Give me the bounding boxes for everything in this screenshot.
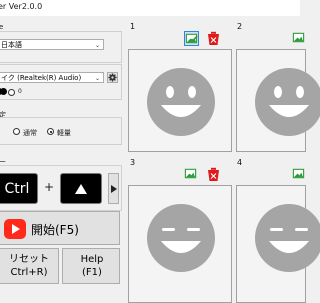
audio-level-knob[interactable] — [8, 89, 15, 96]
image-check-icon — [292, 168, 305, 179]
chevron-down-icon: ⌄ — [94, 75, 100, 82]
language-select[interactable]: 日本語 ⌄ — [0, 39, 104, 50]
reset-button-text: リセット Ctrl+R) — [0, 253, 60, 279]
smiley-face-icon — [147, 68, 215, 136]
reset-button[interactable]: リセット Ctrl+R) — [0, 248, 59, 284]
panel-4-image-button[interactable] — [292, 167, 307, 182]
panel-1-number: 1 — [130, 22, 136, 31]
panel-2: 2 — [234, 16, 320, 154]
help-button-line1: Help — [80, 254, 104, 265]
panel-3-number: 3 — [130, 158, 136, 167]
mode-normal-radio[interactable] — [13, 128, 20, 135]
window-title: er Ver2.0.0 — [0, 2, 43, 11]
panel-4-preview — [236, 185, 320, 303]
panel-3-image-button[interactable] — [184, 167, 199, 182]
mode-light-label: 軽量 — [57, 129, 71, 137]
help-button-text: Help (F1) — [63, 253, 121, 279]
image-check-icon — [292, 32, 305, 43]
smiley-face-icon — [255, 68, 320, 136]
panel-1: 1 — [126, 16, 234, 154]
image-check-icon — [185, 33, 198, 44]
panel-3: 3 — [126, 154, 234, 303]
help-button-line2: (F1) — [82, 267, 102, 278]
reset-button-line2: Ctrl+R) — [10, 267, 48, 278]
panel-3-preview — [128, 185, 232, 303]
panel-4-number: 4 — [237, 158, 243, 167]
hotkey-key1[interactable]: Ctrl — [0, 173, 38, 204]
arrow-up-icon — [75, 183, 87, 194]
gear-icon — [108, 73, 117, 82]
panel-2-image-button[interactable] — [292, 31, 307, 46]
trash-icon — [208, 31, 219, 45]
audio-level-value: 0 — [18, 88, 22, 95]
laughing-face-icon — [147, 204, 215, 272]
play-icon — [4, 219, 26, 239]
hotkey-key1-label: Ctrl — [4, 180, 30, 197]
control-panel: e 日本語 ⌄ イク (Realtek(R) Audio) ⌄ 0 定 通常 軽… — [0, 16, 123, 300]
audio-device-select[interactable]: イク (Realtek(R) Audio) ⌄ — [0, 72, 104, 83]
chevron-down-icon: ⌄ — [94, 42, 100, 49]
panel-1-preview — [128, 49, 232, 152]
start-button[interactable]: 開始(F5) — [0, 211, 120, 245]
mode-normal-label: 通常 — [23, 129, 37, 137]
panel-1-image-button[interactable] — [184, 31, 199, 46]
help-button[interactable]: Help (F1) — [62, 248, 120, 284]
panel-3-delete-button[interactable] — [206, 167, 221, 182]
panel-2-number: 2 — [237, 22, 243, 31]
hotkey-key2[interactable] — [60, 173, 102, 204]
image-check-icon — [184, 168, 197, 179]
audio-device-value: イク (Realtek(R) Audio) — [1, 74, 82, 82]
play-arrow-icon — [110, 184, 117, 193]
laughing-face-icon — [255, 204, 320, 272]
panel-4: 4 — [234, 154, 320, 303]
language-value: 日本語 — [1, 41, 22, 49]
start-button-label: 開始(F5) — [31, 223, 79, 237]
title-bar: er Ver2.0.0 — [0, 0, 300, 16]
panel-2-preview — [236, 49, 320, 152]
hotkey-plus: + — [44, 180, 55, 194]
panel-1-delete-button[interactable] — [206, 31, 221, 46]
hotkey-next-button[interactable] — [108, 173, 119, 204]
trash-icon — [208, 167, 219, 181]
audio-settings-button[interactable] — [107, 72, 118, 83]
language-label: e — [0, 23, 4, 31]
audio-level-icon — [0, 88, 7, 95]
reset-button-line1: リセット — [9, 254, 49, 265]
mode-light-radio[interactable] — [47, 128, 54, 135]
